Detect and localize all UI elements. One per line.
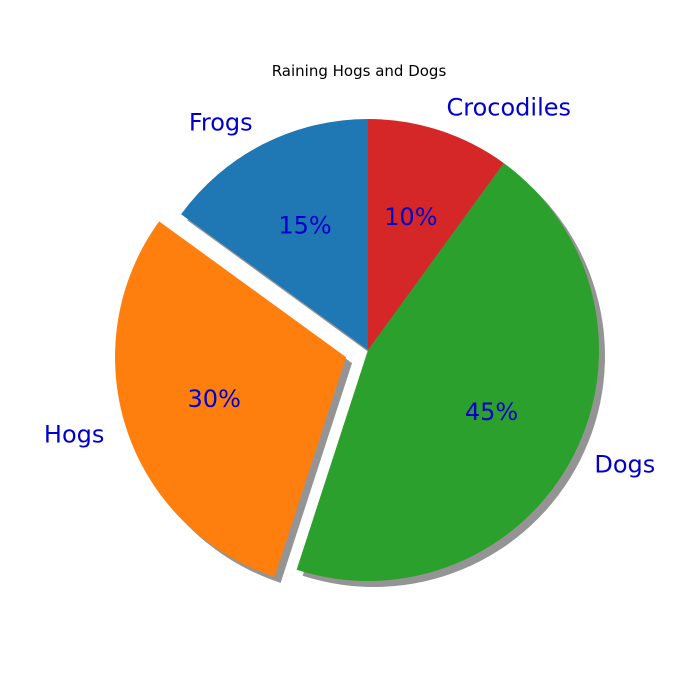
slice-label-crocodiles: Crocodiles (447, 93, 572, 121)
slice-label-frogs: Frogs (189, 109, 253, 137)
slice-label-hogs: Hogs (44, 421, 104, 449)
pie-slices: Frogs 15% Hogs 30% Dogs 45% Crocodiles 10% (44, 93, 655, 587)
slice-percent-frogs: 15% (278, 212, 331, 240)
slice-percent-dogs: 45% (465, 398, 518, 426)
slice-label-dogs: Dogs (594, 450, 655, 478)
slice-percent-hogs: 30% (188, 385, 241, 413)
slice-percent-crocodiles: 10% (384, 203, 437, 231)
chart-title: Raining Hogs and Dogs (272, 62, 447, 80)
pie-chart: Raining Hogs and Dogs Frogs 15% Hogs 30% Dog… (44, 62, 655, 587)
